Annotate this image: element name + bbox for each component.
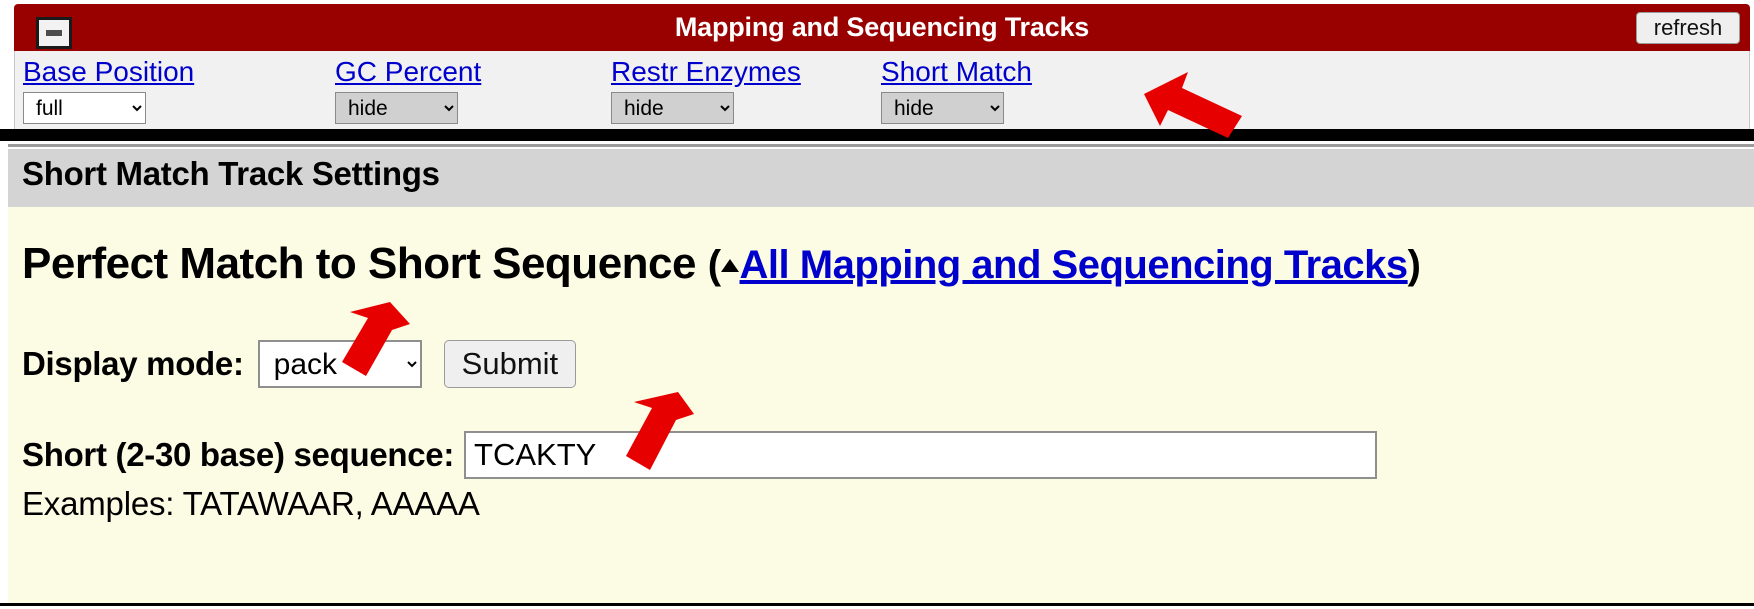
ucsc-track-settings-page: Mapping and Sequencing Tracks refresh Ba… bbox=[0, 0, 1754, 609]
window-titlebar: Mapping and Sequencing Tracks refresh bbox=[14, 4, 1750, 51]
refresh-button[interactable]: refresh bbox=[1636, 12, 1740, 44]
track-group-short-match: Short Match hide bbox=[881, 55, 1032, 124]
arrow-to-short-match-select bbox=[1140, 68, 1250, 140]
all-tracks-link[interactable]: All Mapping and Sequencing Tracks bbox=[740, 243, 1409, 287]
track-link-short-match[interactable]: Short Match bbox=[881, 55, 1032, 89]
paren-close: ) bbox=[1407, 243, 1421, 287]
track-select-short-match[interactable]: hide bbox=[881, 92, 1004, 124]
track-select-restr-enzymes[interactable]: hide bbox=[611, 92, 734, 124]
page-bottom-border bbox=[0, 603, 1754, 609]
track-heading-text: Perfect Match to Short Sequence bbox=[22, 239, 696, 288]
collapse-minus-button[interactable] bbox=[36, 17, 72, 49]
examples-text: Examples: TATAWAAR, AAAAA bbox=[22, 485, 480, 522]
track-link-restr-enzymes[interactable]: Restr Enzymes bbox=[611, 55, 801, 89]
track-heading: Perfect Match to Short Sequence ( All Map… bbox=[22, 239, 1421, 289]
display-mode-row: Display mode: pack Submit bbox=[22, 340, 577, 388]
track-group-base-position: Base Position full bbox=[23, 55, 194, 124]
settings-header-title: Short Match Track Settings bbox=[22, 155, 440, 192]
track-select-base-position[interactable]: full bbox=[23, 92, 146, 124]
settings-body: Perfect Match to Short Sequence ( All Map… bbox=[8, 207, 1754, 603]
display-mode-label: Display mode: bbox=[22, 345, 244, 382]
submit-button[interactable]: Submit bbox=[443, 340, 577, 388]
arrow-to-display-mode-select bbox=[322, 300, 414, 380]
track-link-base-position[interactable]: Base Position bbox=[23, 55, 194, 89]
track-group-restr-enzymes: Restr Enzymes hide bbox=[611, 55, 801, 124]
track-link-gc-percent[interactable]: GC Percent bbox=[335, 55, 481, 89]
paren-open: ( bbox=[707, 243, 721, 287]
settings-header-bar: Short Match Track Settings bbox=[8, 149, 1754, 207]
track-controls-row: Base Position full GC Percent hide Restr… bbox=[14, 51, 1750, 129]
section-divider-shadow bbox=[8, 144, 1754, 147]
short-sequence-input[interactable] bbox=[464, 431, 1378, 479]
page-title: Mapping and Sequencing Tracks bbox=[674, 12, 1090, 42]
up-triangle-icon bbox=[720, 259, 739, 272]
track-group-gc-percent: GC Percent hide bbox=[335, 55, 481, 124]
section-divider bbox=[0, 129, 1754, 141]
minus-icon bbox=[46, 30, 62, 36]
track-select-gc-percent[interactable]: hide bbox=[335, 92, 458, 124]
short-sequence-label: Short (2-30 base) sequence: bbox=[22, 436, 455, 473]
arrow-to-sequence-input bbox=[604, 390, 696, 474]
short-sequence-row: Short (2-30 base) sequence: bbox=[22, 431, 1378, 479]
